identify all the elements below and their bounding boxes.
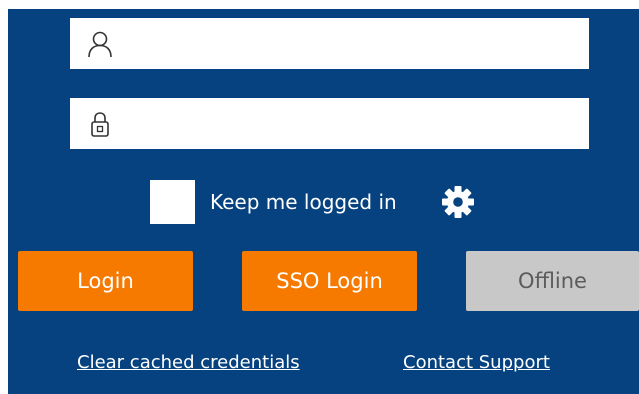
offline-button[interactable]: Offline <box>466 251 639 311</box>
user-icon <box>86 30 114 58</box>
keep-logged-in-label: Keep me logged in <box>210 190 397 214</box>
password-field[interactable] <box>70 98 589 149</box>
clear-cached-credentials-link[interactable]: Clear cached credentials <box>77 351 300 375</box>
login-panel: Keep me logged in Login SSO Login Offlin… <box>8 9 639 394</box>
username-field[interactable] <box>70 18 589 69</box>
contact-support-link[interactable]: Contact Support <box>403 351 550 375</box>
lock-icon <box>86 110 114 138</box>
login-button[interactable]: Login <box>18 251 193 311</box>
password-input[interactable] <box>128 98 578 149</box>
keep-logged-in-checkbox[interactable] <box>150 180 195 224</box>
sso-login-button[interactable]: SSO Login <box>242 251 417 311</box>
username-input[interactable] <box>128 18 578 69</box>
gear-icon[interactable] <box>439 183 477 221</box>
